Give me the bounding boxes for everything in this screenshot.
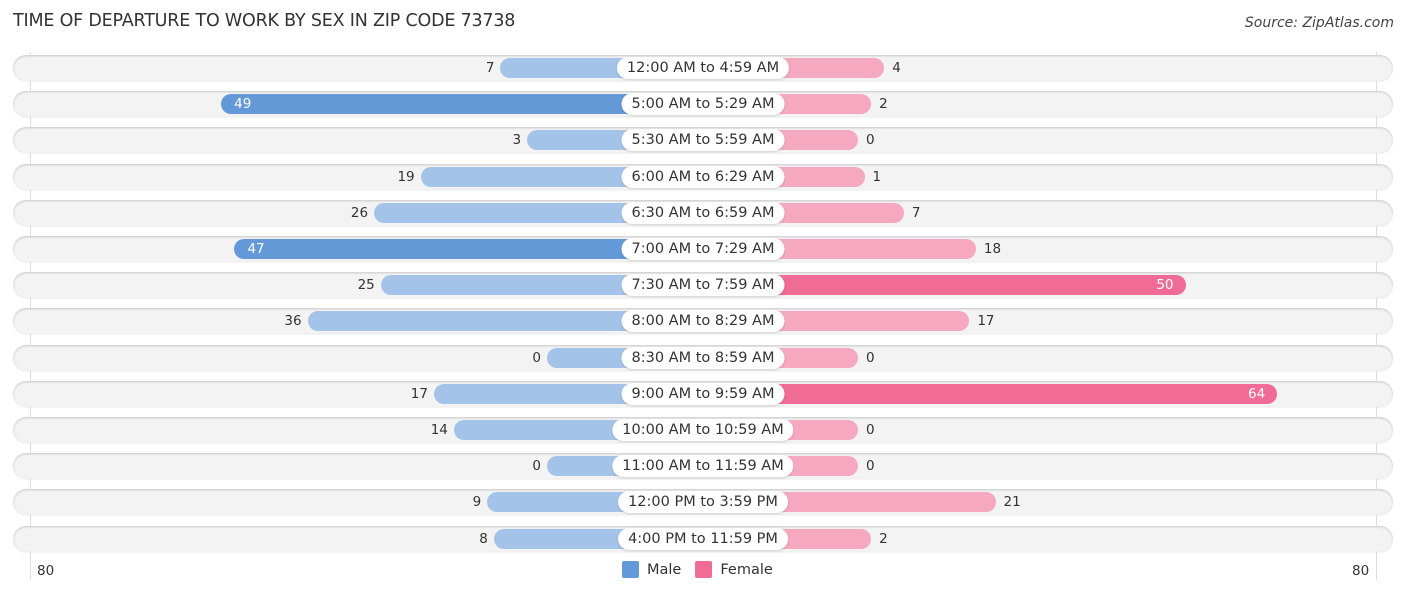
chart-row: 0 0 11:00 AM to 11:59 AM [13,453,1393,480]
legend-label-male: Male [647,561,682,578]
chart-row: 8 2 4:00 PM to 11:59 PM [13,525,1393,552]
category-label: 9:00 AM to 9:59 AM [621,382,785,405]
male-value-label: 0 [532,349,541,366]
category-label: 12:00 PM to 3:59 PM [618,491,788,514]
legend-item-female[interactable]: Female [695,561,773,578]
category-label: 12:00 AM to 4:59 AM [616,57,790,79]
chart-row: 25 50 7:30 AM to 7:59 AM [13,272,1393,299]
male-value-label: 47 [247,241,265,257]
category-label: 5:00 AM to 5:29 AM [621,93,785,116]
female-value-label: 18 [983,241,1002,257]
legend: Male Female [622,561,787,578]
legend-swatch-female [695,561,713,578]
male-value-label: 9 [472,494,482,511]
category-label: 7:30 AM to 7:59 AM [621,274,785,297]
female-value-label: 64 [1248,385,1266,402]
category-label: 6:00 AM to 6:29 AM [621,165,785,188]
legend-item-male[interactable]: Male [622,561,681,578]
female-value-label: 21 [1003,494,1021,511]
female-value-label: 50 [1156,277,1174,294]
male-value-label: 25 [357,277,375,294]
chart-row: 19 1 6:00 AM to 6:29 AM [13,163,1393,190]
female-value-label: 4 [892,60,901,76]
chart-row: 36 17 8:00 AM to 8:29 AM [13,308,1393,335]
chart-row: 47 18 7:00 AM to 7:29 AM [13,236,1393,262]
legend-swatch-male [622,561,639,578]
chart-row: 3 0 5:30 AM to 5:59 AM [13,127,1393,154]
chart-row: 0 0 8:30 AM to 8:59 AM [13,344,1393,371]
category-label: 8:00 AM to 8:29 AM [621,310,785,333]
male-value-label: 19 [397,168,415,185]
category-label: 6:30 AM to 6:59 AM [621,201,785,224]
chart-row: 17 64 9:00 AM to 9:59 AM [13,380,1393,407]
male-value-label: 3 [512,132,522,149]
category-label: 11:00 AM to 11:59 AM [612,455,794,478]
legend-label-female: Female [720,561,773,578]
female-value-label: 2 [879,530,888,547]
female-value-label: 0 [866,349,875,366]
male-value-label: 36 [284,313,302,330]
chart-row: 9 21 12:00 PM to 3:59 PM [13,489,1393,516]
category-label: 5:30 AM to 5:59 AM [621,129,785,152]
category-label: 10:00 AM to 10:59 AM [612,419,794,441]
category-label: 4:00 PM to 11:59 PM [618,527,788,550]
female-value-label: 7 [911,204,921,221]
chart-row: 26 7 6:30 AM to 6:59 AM [13,199,1393,226]
female-bar[interactable] [703,383,1278,404]
chart-row: 7 4 12:00 AM to 4:59 AM [13,55,1393,81]
male-value-label: 0 [532,458,541,475]
male-value-label: 8 [479,530,488,547]
male-value-label: 14 [430,422,448,438]
chart-row: 49 2 5:00 AM to 5:29 AM [13,91,1393,118]
female-value-label: 0 [866,422,875,438]
male-value-label: 17 [410,385,428,402]
chart-title: TIME OF DEPARTURE TO WORK BY SEX IN ZIP … [13,11,516,31]
right-axis-max-label: 80 [1352,563,1370,579]
chart-row: 14 0 10:00 AM to 10:59 AM [13,417,1393,443]
source-label: Source: ZipAtlas.com [1244,15,1394,31]
female-value-label: 0 [866,132,875,149]
male-value-label: 7 [485,60,495,76]
female-value-label: 0 [866,458,875,475]
male-value-label: 49 [234,96,252,113]
female-value-label: 17 [977,313,995,330]
left-axis-max-label: 80 [37,563,55,579]
female-value-label: 1 [872,168,882,185]
female-value-label: 2 [879,96,888,113]
category-label: 8:30 AM to 8:59 AM [621,346,785,369]
male-value-label: 26 [350,204,369,221]
category-label: 7:00 AM to 7:29 AM [621,238,785,260]
